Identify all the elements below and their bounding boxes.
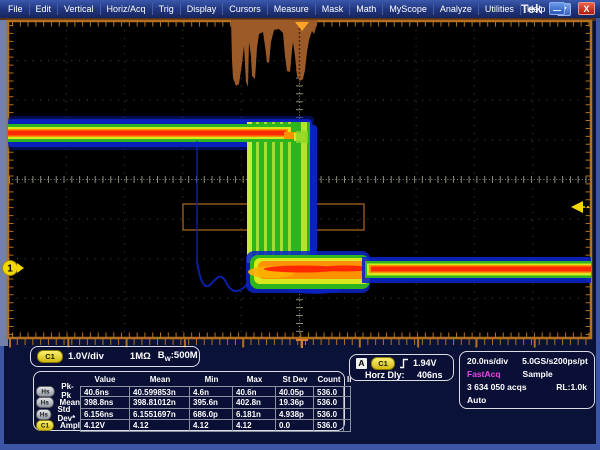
sample-rate: 5.0GS/s — [522, 355, 553, 368]
channel1-scale: 1.0V/div — [68, 351, 104, 362]
minimize-icon: — — [553, 6, 561, 15]
measurement-cell-value: 398.8ns — [80, 397, 130, 409]
measurement-cell-min: 686.0p — [190, 409, 233, 421]
measurement-cell-info — [344, 397, 351, 409]
horizontal-scale: 20.0ns/div — [467, 355, 508, 368]
trigger-readout[interactable]: A C1 1.94V Horz Dly: 406ns — [349, 354, 454, 381]
column-header-stdev: St Dev — [276, 374, 314, 386]
tek-logo: Tek — [521, 2, 542, 16]
measurement-cell-value: 6.156ns — [80, 409, 130, 421]
rising-edge-icon — [399, 357, 409, 369]
column-header-min: Min — [190, 374, 233, 386]
measurement-row-label: HsStd Dev* — [36, 409, 80, 421]
measurement-cell-count: 536.0 — [314, 386, 344, 398]
record-length: RL:1.0k — [556, 381, 587, 394]
measurement-cell-info — [344, 420, 351, 432]
menu-item-utilities[interactable]: Utilities — [479, 3, 521, 15]
measurement-cell-max: 40.6n — [233, 386, 276, 398]
measurement-source-badge: C1 — [36, 420, 54, 431]
close-icon: X — [583, 4, 589, 14]
measurement-cell-count: 536.0 — [314, 409, 344, 421]
measurement-cell-mean: 398.81012n — [130, 397, 190, 409]
close-button[interactable]: X — [578, 2, 595, 15]
menu-item-measure[interactable]: Measure — [268, 3, 316, 15]
channel1-bandwidth: BW:500M — [158, 350, 198, 363]
menu-item-mask[interactable]: Mask — [316, 3, 351, 15]
measurement-row-label: HsPk-Pk — [36, 386, 80, 398]
column-header-max: Max — [233, 374, 276, 386]
menu-item-myscope[interactable]: MyScope — [383, 3, 434, 15]
measurement-cell-stdev: 40.05p — [276, 386, 314, 398]
trigger-level-value: 1.94V — [413, 358, 437, 368]
measurement-cell-mean: 40.599853n — [130, 386, 190, 398]
measurement-cell-stdev: 0.0 — [276, 420, 314, 432]
trigger-source-badge: C1 — [371, 357, 395, 370]
measurement-cell-info — [344, 409, 351, 421]
acquisition-readout[interactable]: 20.0ns/div 5.0GS/s 200ps/pt FastAcq Samp… — [459, 351, 595, 409]
measurement-source-badge: Hs — [36, 397, 53, 408]
channel1-readout[interactable]: C1 1.0V/div 1MΩ BW:500M — [30, 346, 200, 367]
measurement-cell-max: 6.181n — [233, 409, 276, 421]
measurement-cell-stdev: 4.938p — [276, 409, 314, 421]
fastacq-status: FastAcq — [467, 368, 501, 381]
column-header-value: Value — [80, 374, 130, 386]
acquisition-count: 3 634 050 acqs — [467, 381, 527, 394]
horizontal-delay-label: Horz Dly: — [365, 370, 405, 380]
trigger-system-badge: A — [356, 358, 367, 369]
measurement-cell-stdev: 19.36p — [276, 397, 314, 409]
measurement-cell-mean: 4.12 — [130, 420, 190, 432]
acquisition-mode: Sample — [523, 368, 553, 381]
menu-item-math[interactable]: Math — [350, 3, 383, 15]
column-header-mean: Mean — [130, 374, 190, 386]
measurement-readout[interactable]: ValueMeanMinMaxSt DevCountInfoHsPk-Pk40.… — [33, 371, 345, 431]
measurement-name: Ampl — [60, 421, 80, 430]
menu-item-file[interactable]: File — [2, 3, 30, 15]
channel1-impedance: 1MΩ — [130, 351, 151, 362]
measurement-source-badge: Hs — [36, 409, 52, 420]
svg-text:1: 1 — [7, 264, 13, 275]
measurement-cell-value: 40.6ns — [80, 386, 130, 398]
measurement-cell-min: 395.6n — [190, 397, 233, 409]
measurement-cell-max: 402.8n — [233, 397, 276, 409]
measurement-cell-count: 536.0 — [314, 420, 344, 432]
menu-item-horizacq[interactable]: Horiz/Acq — [101, 3, 153, 15]
sample-resolution: 200ps/pt — [553, 355, 588, 368]
menu-item-trig[interactable]: Trig — [153, 3, 181, 15]
menu-item-edit[interactable]: Edit — [30, 3, 59, 15]
channel1-badge: C1 — [37, 350, 63, 363]
measurement-cell-mean: 6.1551697n — [130, 409, 190, 421]
measurement-cell-min: 4.12 — [190, 420, 233, 432]
menu-item-analyze[interactable]: Analyze — [434, 3, 479, 15]
measurement-cell-count: 536.0 — [314, 397, 344, 409]
measurement-cell-value: 4.12V — [80, 420, 130, 432]
trigger-mode: Auto — [467, 394, 486, 407]
horizontal-delay-value: 406ns — [417, 370, 443, 380]
menu-item-vertical[interactable]: Vertical — [58, 3, 101, 15]
measurement-table: ValueMeanMinMaxSt DevCountInfoHsPk-Pk40.… — [36, 374, 344, 432]
oscilloscope-app: { "titlebar": { "logo": "Tek", "minimize… — [0, 0, 600, 450]
measurement-cell-min: 4.6n — [190, 386, 233, 398]
minimize-button[interactable]: — — [549, 2, 565, 15]
menu-bar: FileEditVerticalHoriz/AcqTrigDisplayCurs… — [2, 3, 552, 15]
measurement-cell-max: 4.12 — [233, 420, 276, 432]
column-header-count: Count — [314, 374, 344, 386]
measurement-row-label: C1 Ampl — [36, 420, 80, 432]
measurement-cell-info — [344, 386, 351, 398]
measurement-source-badge: Hs — [36, 386, 55, 397]
menu-item-display[interactable]: Display — [181, 3, 224, 15]
title-menu-bar: FileEditVerticalHoriz/AcqTrigDisplayCurs… — [0, 0, 600, 18]
menu-item-cursors[interactable]: Cursors — [223, 3, 268, 15]
